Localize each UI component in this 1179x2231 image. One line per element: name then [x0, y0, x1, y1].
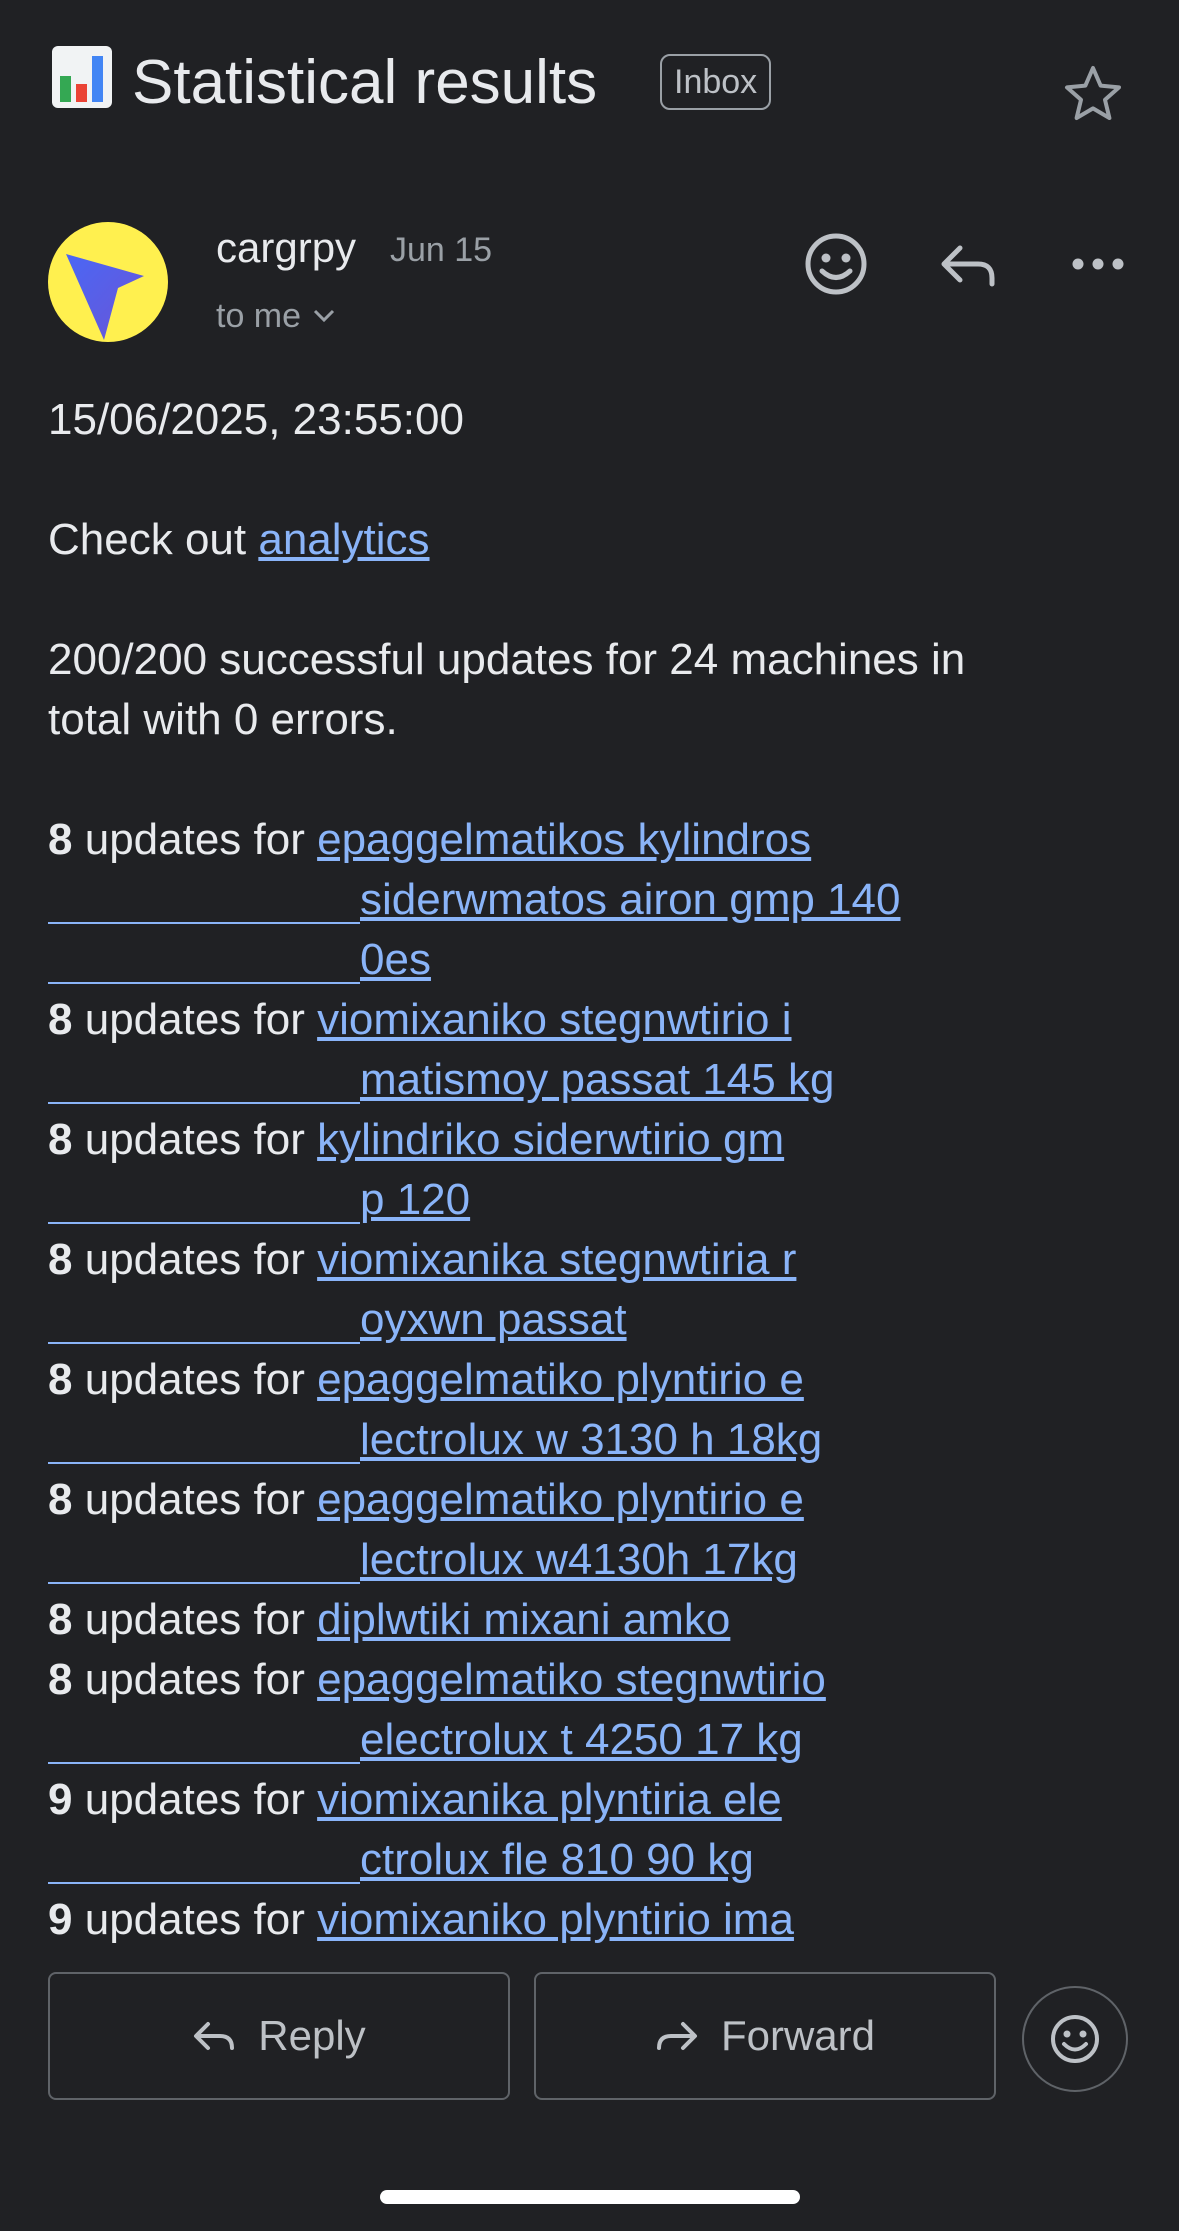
sender-header: cargrpy Jun 15 to me — [48, 220, 1131, 350]
recipient-toggle[interactable]: to me — [216, 294, 335, 338]
updates-for-label: updates for — [84, 815, 305, 864]
machine-link-text[interactable]: siderwmatos airon gmp 140 — [360, 870, 900, 930]
machine-link-continuation[interactable]: lectrolux w 3130 h 18kg — [48, 1410, 1048, 1470]
machine-link[interactable]: epaggelmatiko stegnwtirio — [317, 1655, 826, 1704]
analytics-link[interactable]: analytics — [258, 515, 429, 564]
update-item: 8 updates for viomixanika stegnwtiria r o… — [48, 1230, 1048, 1350]
update-count: 9 — [48, 1895, 73, 1944]
update-item: 8 updates for viomixaniko stegnwtirio i m… — [48, 990, 1048, 1110]
machine-link[interactable]: kylindriko siderwtirio gm — [317, 1115, 784, 1164]
link-underline — [48, 1222, 360, 1224]
machine-link-continuation[interactable]: lectrolux w4130h 17kg — [48, 1530, 1048, 1590]
machine-link[interactable]: diplwtiki mixani amko — [317, 1595, 730, 1644]
machine-link-text[interactable]: lectrolux w 3130 h 18kg — [360, 1410, 822, 1470]
sent-date: Jun 15 — [390, 231, 493, 269]
link-underline — [48, 1462, 360, 1464]
machine-link-continuation[interactable]: matismoy passat 145 kg — [48, 1050, 1048, 1110]
email-subject: Statistical results — [132, 48, 598, 117]
action-bar: Reply Forward — [48, 1972, 1131, 2104]
chevron-down-icon — [313, 309, 335, 323]
updates-for-label: updates for — [84, 995, 305, 1044]
update-item: 8 updates for epaggelmatiko plyntirio e l… — [48, 1470, 1048, 1590]
update-count: 8 — [48, 995, 73, 1044]
forward-button-label: Forward — [720, 2012, 876, 2059]
updates-for-label: updates for — [84, 1115, 305, 1164]
update-count: 8 — [48, 1655, 73, 1704]
avatar-logo-icon — [66, 254, 144, 340]
emoji-react-button[interactable] — [1022, 1986, 1128, 2092]
link-underline — [48, 1762, 360, 1764]
updates-for-label: updates for — [84, 1355, 305, 1404]
sender-avatar[interactable] — [48, 222, 168, 342]
update-count: 8 — [48, 815, 73, 864]
update-item: 8 updates for diplwtiki mixani amko — [48, 1590, 1048, 1650]
update-count: 8 — [48, 1355, 73, 1404]
link-underline — [48, 982, 360, 984]
reply-arrow-icon — [194, 2022, 235, 2050]
machine-link-continuation[interactable]: siderwmatos airon gmp 140 — [48, 870, 1048, 930]
updates-for-label: updates for — [84, 1595, 305, 1644]
machine-link-text[interactable]: lectrolux w4130h 17kg — [360, 1530, 798, 1590]
link-underline — [48, 1882, 360, 1884]
machine-link[interactable]: epaggelmatiko plyntirio e — [317, 1475, 804, 1524]
machine-link-text[interactable]: matismoy passat 145 kg — [360, 1050, 834, 1110]
updates-for-label: updates for — [84, 1235, 305, 1284]
link-underline — [48, 1582, 360, 1584]
update-item: 9 updates for viomixanika plyntiria ele c… — [48, 1770, 1048, 1890]
update-count: 8 — [48, 1235, 73, 1284]
star-icon[interactable] — [1061, 62, 1125, 126]
email-body: 15/06/2025, 23:55:00 Check out analytics… — [48, 390, 1048, 1950]
machine-link-text[interactable]: oyxwn passat — [360, 1290, 627, 1350]
reply-button[interactable]: Reply — [48, 1972, 510, 2100]
inbox-label-badge[interactable]: Inbox — [660, 54, 772, 110]
updates-for-label: updates for — [84, 1475, 305, 1524]
machine-link-text[interactable]: 0es — [360, 930, 431, 990]
machine-link-continuation[interactable]: electrolux t 4250 17 kg — [48, 1710, 1048, 1770]
bar-chart-icon — [52, 46, 112, 108]
check-out-line: Check out analytics — [48, 515, 430, 564]
machine-link[interactable]: viomixanika plyntiria ele — [317, 1775, 782, 1824]
machine-link[interactable]: viomixanika stegnwtiria r — [317, 1235, 796, 1284]
update-item: 9 updates for viomixaniko plyntirio ima — [48, 1890, 1048, 1950]
update-item: 8 updates for kylindriko siderwtirio gm p… — [48, 1110, 1048, 1230]
machine-link-continuation[interactable]: oyxwn passat — [48, 1290, 1048, 1350]
subject-row: Statistical results Inbox — [48, 38, 1131, 128]
link-underline — [48, 1102, 360, 1104]
smiley-icon — [1051, 2015, 1099, 2063]
machine-link[interactable]: viomixaniko stegnwtirio i — [317, 995, 791, 1044]
update-item: 8 updates for epaggelmatiko stegnwtirio e… — [48, 1650, 1048, 1770]
summary-text: 200/200 successful updates for 24 machin… — [48, 635, 966, 744]
update-count: 8 — [48, 1475, 73, 1524]
forward-button[interactable]: Forward — [534, 1972, 996, 2100]
machine-link-continuation[interactable]: ctrolux fle 810 90 kg — [48, 1830, 1048, 1890]
machine-link[interactable]: epaggelmatiko plyntirio e — [317, 1355, 804, 1404]
update-item: 8 updates for epaggelmatikos kylindros si… — [48, 810, 1048, 990]
machine-link-continuation[interactable]: 0es — [48, 930, 1048, 990]
machine-link-text[interactable]: p 120 — [360, 1170, 470, 1230]
machine-link[interactable]: viomixaniko plyntirio ima — [317, 1895, 794, 1944]
updates-for-label: updates for — [84, 1775, 305, 1824]
recipient-label: to me — [216, 297, 302, 335]
machine-link[interactable]: epaggelmatikos kylindros — [317, 815, 811, 864]
home-indicator[interactable] — [380, 2190, 800, 2204]
update-count: 9 — [48, 1775, 73, 1824]
link-underline — [48, 922, 360, 924]
forward-arrow-icon — [656, 2022, 697, 2050]
reply-button-label: Reply — [258, 2012, 366, 2059]
machine-link-text[interactable]: electrolux t 4250 17 kg — [360, 1710, 803, 1770]
update-count: 8 — [48, 1115, 73, 1164]
machine-link-text[interactable]: ctrolux fle 810 90 kg — [360, 1830, 754, 1890]
link-underline — [48, 1342, 360, 1344]
emoji-reaction-icon[interactable] — [798, 226, 874, 302]
updates-list: 8 updates for epaggelmatikos kylindros si… — [48, 810, 1048, 1950]
sender-name: cargrpy — [216, 224, 357, 271]
update-item: 8 updates for epaggelmatiko plyntirio e l… — [48, 1350, 1048, 1470]
updates-for-label: updates for — [84, 1655, 305, 1704]
machine-link-continuation[interactable]: p 120 — [48, 1170, 1048, 1230]
updates-for-label: updates for — [84, 1895, 305, 1944]
more-options-icon[interactable] — [1060, 226, 1136, 302]
timestamp-text: 15/06/2025, 23:55:00 — [48, 395, 464, 444]
reply-icon[interactable] — [930, 226, 1006, 302]
update-count: 8 — [48, 1595, 73, 1644]
